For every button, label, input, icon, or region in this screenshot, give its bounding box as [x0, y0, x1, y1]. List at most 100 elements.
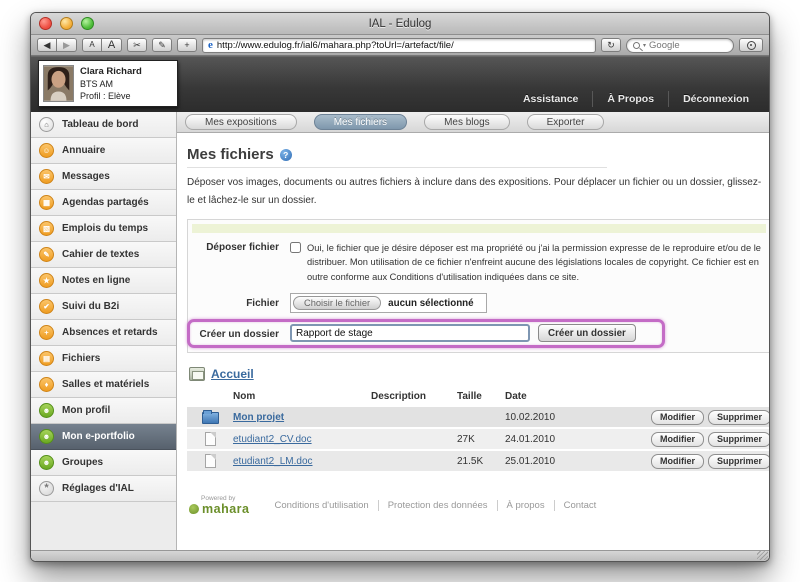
avatar: [43, 65, 74, 102]
create-folder-label: Créer un dossier: [192, 326, 290, 340]
sidebar-item-label: Réglages d'IAL: [62, 483, 134, 494]
sidebar-item-reglages-dial[interactable]: *Réglages d'IAL: [31, 476, 176, 502]
window-statusbar: [31, 550, 769, 561]
page-title: Mes fichiers: [187, 146, 274, 163]
nav-assistance[interactable]: Assistance: [509, 91, 592, 107]
desktop: IAL - Edulog ◀ ▶ A A ✂ ✎ + e ↻ ▾: [0, 0, 800, 582]
sidebar-item-salles-et-materiels[interactable]: ♦Salles et matériels: [31, 372, 176, 398]
file-link[interactable]: etudiant2_LM.doc: [233, 456, 313, 467]
choose-file-button[interactable]: Choisir le fichier: [293, 296, 381, 310]
timetable-icon: ▧: [39, 221, 54, 236]
footer-link-protection[interactable]: Protection des données: [378, 500, 497, 511]
row-date: 25.01.2010: [505, 456, 615, 467]
decrease-font-button[interactable]: A: [82, 38, 102, 52]
mahara-logo: Powered by mahara: [189, 495, 249, 516]
table-row: etudiant2_CV.doc 27K 24.01.2010 Modifier…: [187, 429, 769, 449]
tab-exporter[interactable]: Exporter: [527, 114, 605, 130]
groups-icon: ☻: [39, 455, 54, 470]
home-folder-icon: [189, 367, 205, 381]
search-input[interactable]: [649, 40, 727, 51]
sidebar-item-fichiers[interactable]: ▤ Fichiers: [31, 346, 176, 372]
sidebar-item-suivi-du-b2i[interactable]: ✔ Suivi du B2i: [31, 294, 176, 320]
sidebar-item-emplois-du-temps[interactable]: ▧Emplois du temps: [31, 216, 176, 242]
site-header: Clara Richard BTS AM Profil : Elève Assi…: [31, 56, 769, 112]
file-link[interactable]: etudiant2_CV.doc: [233, 434, 312, 445]
footer-link-conditions[interactable]: Conditions d'utilisation: [265, 500, 377, 511]
resize-grip[interactable]: [757, 551, 768, 560]
folder-name-input[interactable]: [290, 324, 530, 342]
footer-link-a-propos[interactable]: À propos: [497, 500, 554, 511]
new-tab-button[interactable]: +: [177, 38, 197, 52]
grades-icon: ★: [39, 273, 54, 288]
sidebar: ⌂Tableau de bord ☺Annuaire ✉Messages ▦ Ag…: [31, 112, 177, 550]
b2i-icon: ✔: [39, 299, 54, 314]
tab-mes-fichiers[interactable]: Mes fichiers: [314, 114, 407, 130]
refresh-icon[interactable]: ↻: [601, 38, 621, 52]
sidebar-item-mon-profil[interactable]: ☻Mon profil: [31, 398, 176, 424]
increase-font-button[interactable]: A: [102, 38, 122, 52]
column-header-nom: Nom: [233, 391, 371, 402]
calendar-icon: ▦: [39, 195, 54, 210]
copyright-agreement-checkbox[interactable]: [290, 242, 301, 253]
modify-button[interactable]: Modifier: [651, 410, 704, 425]
mahara-leaf-icon: [189, 504, 199, 514]
sidebar-item-label: Groupes: [62, 457, 103, 468]
sidebar-item-absences-et-retards[interactable]: +Absences et retards: [31, 320, 176, 346]
sidebar-item-label: Absences et retards: [62, 327, 158, 338]
tab-mes-blogs[interactable]: Mes blogs: [424, 114, 510, 130]
sidebar-item-mon-e-portfolio[interactable]: ☻Mon e-portfolio: [31, 424, 176, 450]
url-input[interactable]: [217, 40, 590, 51]
delete-button[interactable]: Supprimer: [708, 432, 769, 447]
sidebar-item-cahier-de-textes[interactable]: ✎ Cahier de textes: [31, 242, 176, 268]
modify-button[interactable]: Modifier: [651, 454, 704, 469]
back-icon[interactable]: ◀: [37, 38, 57, 52]
tab-mes-expositions[interactable]: Mes expositions: [185, 114, 297, 130]
folder-link[interactable]: Mon projet: [233, 412, 284, 423]
sidebar-item-notes-en-ligne[interactable]: ★ Notes en ligne: [31, 268, 176, 294]
footer-link-contact[interactable]: Contact: [554, 500, 606, 511]
sidebar-item-label: Notes en ligne: [62, 275, 130, 286]
notebook-icon: ✎: [39, 247, 54, 262]
nav-deconnexion[interactable]: Déconnexion: [668, 91, 763, 107]
modify-button[interactable]: Modifier: [651, 432, 704, 447]
sidebar-item-tableau-de-bord[interactable]: ⌂Tableau de bord: [31, 112, 176, 138]
mail-icon: ✉: [39, 169, 54, 184]
address-bar[interactable]: e: [202, 38, 596, 53]
sidebar-item-label: Cahier de textes: [62, 249, 139, 260]
breadcrumb: Accueil: [189, 367, 759, 381]
no-file-selected-text: aucun sélectionné: [388, 298, 473, 309]
file-input[interactable]: Choisir le fichier aucun sélectionné: [290, 293, 487, 313]
clip-icon[interactable]: ✂: [127, 38, 147, 52]
body-row: ⌂Tableau de bord ☺Annuaire ✉Messages ▦ Ag…: [31, 112, 769, 550]
report-bug-button[interactable]: [739, 38, 763, 52]
files-icon: ▤: [39, 351, 54, 366]
sidebar-item-annuaire[interactable]: ☺Annuaire: [31, 138, 176, 164]
row-date: 10.02.2010: [505, 412, 615, 423]
close-window-button[interactable]: [39, 17, 52, 30]
help-icon[interactable]: ?: [280, 149, 292, 161]
column-header-description: Description: [371, 391, 457, 402]
files-table: Nom Description Taille Date Mon projet: [187, 388, 769, 471]
delete-button[interactable]: Supprimer: [708, 454, 769, 469]
zoom-window-button[interactable]: [81, 17, 94, 30]
document-icon: [205, 432, 216, 446]
forward-icon[interactable]: ▶: [57, 38, 77, 52]
minimize-window-button[interactable]: [60, 17, 73, 30]
search-field[interactable]: ▾: [626, 38, 734, 53]
sidebar-item-label: Agendas partagés: [62, 197, 149, 208]
window-titlebar[interactable]: IAL - Edulog: [31, 13, 769, 35]
sidebar-item-label: Fichiers: [62, 353, 100, 364]
nav-a-propos[interactable]: À Propos: [592, 91, 668, 107]
browser-window: IAL - Edulog ◀ ▶ A A ✂ ✎ + e ↻ ▾: [30, 12, 770, 562]
delete-button[interactable]: Supprimer: [708, 410, 769, 425]
compose-icon[interactable]: ✎: [152, 38, 172, 52]
notification-strip: [192, 224, 766, 233]
create-folder-button[interactable]: Créer un dossier: [538, 324, 636, 342]
breadcrumb-accueil-link[interactable]: Accueil: [211, 367, 254, 381]
sidebar-item-messages[interactable]: ✉Messages: [31, 164, 176, 190]
sidebar-item-agendas-partages[interactable]: ▦ Agendas partagés: [31, 190, 176, 216]
home-icon: ⌂: [39, 117, 54, 132]
sidebar-item-groupes[interactable]: ☻ Groupes: [31, 450, 176, 476]
sidebar-item-label: Suivi du B2i: [62, 301, 119, 312]
footer-links: Conditions d'utilisation Protection des …: [265, 500, 605, 511]
